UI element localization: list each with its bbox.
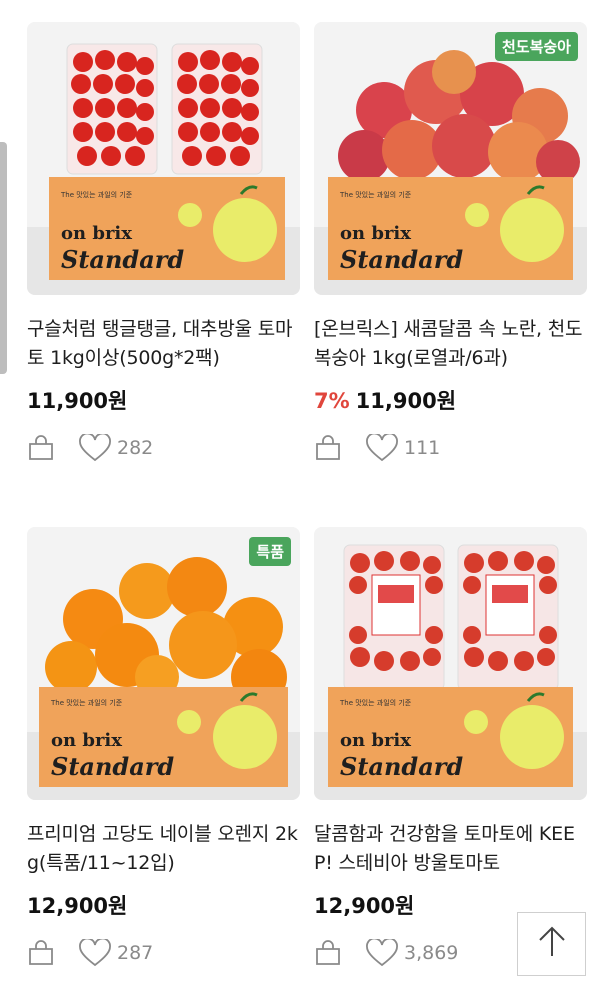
product-image[interactable]: The 맛있는 과일의 기준 on brix Standard — [27, 22, 300, 295]
box-brand-bottom: Standard — [61, 245, 184, 274]
shopping-bag-icon[interactable] — [27, 939, 55, 967]
box-brand-bottom: Standard — [51, 752, 174, 781]
product-image[interactable]: The 맛있는 과일의 기준 on brix Standard — [314, 527, 587, 800]
scroll-to-top-button[interactable] — [517, 912, 586, 976]
product-title[interactable]: [온브릭스] 새콤달콤 속 노란, 천도 복숭아 1kg(로열과/6과) — [314, 315, 587, 373]
product-title[interactable]: 프리미엄 고당도 네이블 오렌지 2kg(특품/11~12입) — [27, 820, 300, 878]
product-card[interactable]: The 맛있는 과일의 기준 on brix Standard 천도복숭아 [온… — [314, 22, 587, 527]
product-price: 11,900원 — [27, 389, 128, 413]
product-image[interactable]: The 맛있는 과일의 기준 on brix Standard 천도복숭아 — [314, 22, 587, 295]
shopping-bag-icon[interactable] — [314, 434, 342, 462]
shopping-bag-icon[interactable] — [314, 939, 342, 967]
arrow-up-icon — [532, 922, 572, 966]
product-actions: 287 — [27, 937, 154, 967]
price-row: 7% 11,900원 — [314, 385, 587, 415]
product-grid: The 맛있는 과일의 기준 on brix Standard 구슬처럼 탱글탱… — [27, 22, 587, 1000]
product-title[interactable]: 달콤함과 건강함을 토마토에 KEEP! 스테비아 방울토마토 — [314, 820, 587, 878]
product-card[interactable]: The 맛있는 과일의 기준 on brix Standard 구슬처럼 탱글탱… — [27, 22, 300, 527]
heart-icon[interactable] — [79, 432, 111, 462]
box-brand-bottom: Standard — [340, 245, 463, 274]
heart-icon[interactable] — [366, 937, 398, 967]
like-count: 282 — [117, 437, 154, 459]
product-actions: 3,869 — [314, 937, 459, 967]
tomatoes-box-illustration: The 맛있는 과일의 기준 on brix Standard — [27, 22, 300, 295]
heart-icon[interactable] — [366, 432, 398, 462]
nectarines-box-illustration: The 맛있는 과일의 기준 on brix Standard — [314, 22, 587, 295]
price-row: 11,900원 — [27, 385, 300, 415]
box-brand-top: on brix — [340, 730, 411, 751]
like-count: 287 — [117, 942, 154, 964]
oranges-box-illustration: The 맛있는 과일의 기준 on brix Standard — [27, 527, 300, 800]
scroll-indicator[interactable] — [0, 142, 7, 374]
product-price: 12,900원 — [27, 894, 128, 918]
box-brand-top: on brix — [340, 223, 411, 244]
box-tagline: The 맛있는 과일의 기준 — [50, 698, 123, 707]
box-brand-top: on brix — [51, 730, 122, 751]
product-badge: 천도복숭아 — [494, 32, 578, 61]
product-badge: 특품 — [249, 537, 291, 566]
discount-rate: 7% — [314, 389, 350, 413]
price-row: 12,900원 — [27, 890, 300, 920]
shopping-bag-icon[interactable] — [27, 434, 55, 462]
product-title[interactable]: 구슬처럼 탱글탱글, 대추방울 토마토 1kg이상(500g*2팩) — [27, 315, 300, 373]
like-count: 3,869 — [404, 942, 459, 964]
product-actions: 111 — [314, 432, 441, 462]
like-count: 111 — [404, 437, 441, 459]
product-image[interactable]: The 맛있는 과일의 기준 on brix Standard 특품 — [27, 527, 300, 800]
box-tagline: The 맛있는 과일의 기준 — [339, 698, 412, 707]
box-tagline: The 맛있는 과일의 기준 — [60, 190, 133, 199]
heart-icon[interactable] — [79, 937, 111, 967]
product-actions: 282 — [27, 432, 154, 462]
product-price: 12,900원 — [314, 894, 415, 918]
box-brand-bottom: Standard — [340, 752, 463, 781]
box-brand-top: on brix — [61, 223, 132, 244]
product-price: 11,900원 — [355, 389, 457, 413]
box-tagline: The 맛있는 과일의 기준 — [339, 190, 412, 199]
stevia-tomatoes-box-illustration: The 맛있는 과일의 기준 on brix Standard — [314, 527, 587, 800]
product-card[interactable]: The 맛있는 과일의 기준 on brix Standard 특품 프리미엄 … — [27, 527, 300, 1000]
